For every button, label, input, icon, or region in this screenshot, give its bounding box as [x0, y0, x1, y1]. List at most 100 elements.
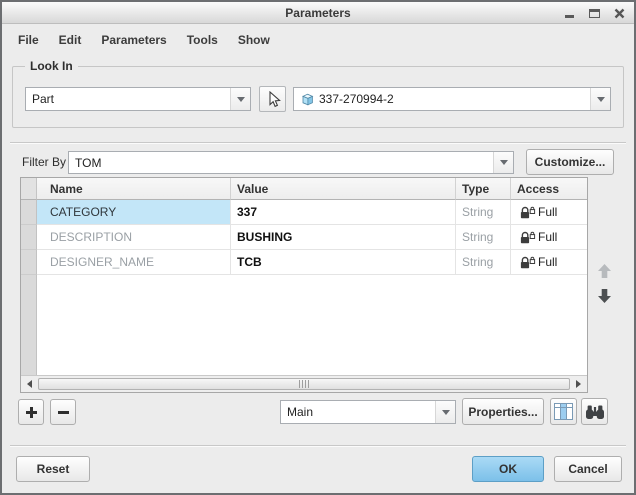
lock-icon — [519, 255, 537, 270]
model-name: 337-270994-2 — [319, 92, 394, 106]
table-body: CATEGORY 337 String Full DESCRIPTION BUS… — [21, 200, 587, 275]
show-columns-button[interactable] — [550, 398, 577, 425]
customize-button[interactable]: Customize... — [526, 149, 614, 175]
column-header-type: Type — [456, 178, 511, 200]
properties-button[interactable]: Properties... — [462, 398, 544, 425]
filter-dropdown[interactable]: TOM — [68, 151, 514, 174]
parameters-dialog: Parameters File Edit Parameters Tools Sh… — [0, 0, 636, 495]
triangle-right-icon — [576, 380, 581, 388]
ok-button[interactable]: OK — [472, 456, 544, 482]
chevron-down-icon — [237, 97, 245, 102]
reset-button[interactable]: Reset — [16, 456, 90, 482]
maximize-icon — [589, 9, 600, 18]
param-name-cell[interactable]: DESCRIPTION — [37, 225, 231, 250]
cancel-button[interactable]: Cancel — [554, 456, 622, 482]
reset-label: Reset — [37, 462, 70, 476]
parameter-group-value: Main — [281, 405, 435, 419]
cancel-label: Cancel — [568, 462, 607, 476]
minimize-button[interactable] — [562, 5, 576, 21]
maximize-button[interactable] — [587, 5, 601, 21]
access-label: Full — [538, 205, 557, 219]
table-row: CATEGORY 337 String Full — [21, 200, 587, 225]
access-label: Full — [538, 255, 557, 269]
customize-label: Customize... — [535, 155, 606, 169]
find-parameter-button[interactable] — [581, 398, 608, 425]
filter-by-label: Filter By — [22, 150, 66, 174]
menu-tools[interactable]: Tools — [177, 29, 228, 51]
part-cube-icon — [300, 92, 315, 107]
menu-bar: File Edit Parameters Tools Show — [2, 24, 634, 56]
properties-label: Properties... — [468, 405, 537, 419]
parameter-group-dropdown[interactable]: Main — [280, 400, 456, 424]
look-in-scope-value: Part — [26, 92, 230, 106]
lock-icon — [519, 205, 537, 220]
param-access-cell[interactable]: Full — [511, 225, 587, 250]
param-type-cell: String — [456, 225, 511, 250]
param-value-cell[interactable]: 337 — [231, 200, 456, 225]
param-type-cell: String — [456, 250, 511, 275]
close-button[interactable] — [612, 5, 626, 21]
menu-parameters[interactable]: Parameters — [91, 29, 176, 51]
grip-icon — [302, 380, 303, 388]
select-model-button[interactable] — [259, 86, 286, 112]
move-down-button[interactable] — [594, 286, 614, 306]
minus-icon — [56, 405, 71, 420]
arrow-up-icon — [597, 263, 612, 279]
grip-icon — [308, 380, 309, 388]
lock-icon — [519, 230, 537, 245]
move-up-button[interactable] — [594, 261, 614, 281]
title-bar[interactable]: Parameters — [2, 2, 634, 24]
filter-value: TOM — [69, 156, 493, 170]
param-name-cell[interactable]: CATEGORY — [37, 200, 231, 225]
cursor-arrow-icon — [265, 91, 281, 108]
remove-parameter-button[interactable] — [50, 399, 76, 425]
group-dropdown-arrow[interactable] — [435, 401, 455, 423]
access-label: Full — [538, 230, 557, 244]
param-access-cell[interactable]: Full — [511, 200, 587, 225]
window-controls — [562, 2, 626, 24]
param-value-cell[interactable]: TCB — [231, 250, 456, 275]
parameters-table: Name Value Type Access CATEGORY 337 Stri… — [20, 177, 588, 393]
column-header-access: Access — [511, 178, 587, 200]
menu-show[interactable]: Show — [228, 29, 280, 51]
param-type-cell: String — [456, 200, 511, 225]
param-access-cell[interactable]: Full — [511, 250, 587, 275]
minimize-icon — [565, 15, 574, 18]
row-gutter[interactable] — [21, 225, 37, 250]
column-header-value: Value — [231, 178, 456, 200]
look-in-group: Look In Part 337-270994-2 — [12, 66, 624, 128]
add-parameter-button[interactable] — [18, 399, 44, 425]
table-header: Name Value Type Access — [21, 178, 587, 200]
row-gutter[interactable] — [21, 250, 37, 275]
grip-icon — [305, 380, 306, 388]
table-columns-icon — [554, 403, 573, 420]
arrow-down-icon — [597, 288, 612, 304]
horizontal-scrollbar[interactable] — [21, 375, 587, 392]
menu-edit[interactable]: Edit — [49, 29, 92, 51]
menu-file[interactable]: File — [8, 29, 49, 51]
section-separator — [10, 142, 626, 144]
table-empty-area — [21, 275, 587, 375]
scroll-right-button[interactable] — [570, 376, 587, 392]
chevron-down-icon — [500, 160, 508, 165]
chevron-down-icon — [442, 410, 450, 415]
header-corner — [21, 178, 37, 200]
chevron-down-icon — [597, 97, 605, 102]
dialog-title: Parameters — [285, 6, 350, 20]
row-gutter[interactable] — [21, 200, 37, 225]
close-icon — [614, 8, 625, 19]
filter-dropdown-arrow[interactable] — [493, 152, 513, 173]
model-dropdown[interactable]: 337-270994-2 — [293, 87, 611, 111]
scrollbar-thumb[interactable] — [38, 378, 570, 390]
param-value-cell[interactable]: BUSHING — [231, 225, 456, 250]
grip-icon — [299, 380, 300, 388]
column-header-name: Name — [37, 178, 231, 200]
row-gutter-strip — [21, 275, 37, 375]
model-dropdown-arrow[interactable] — [590, 88, 610, 110]
scroll-left-button[interactable] — [21, 376, 38, 392]
footer-separator — [10, 445, 626, 447]
scope-dropdown-arrow[interactable] — [230, 88, 250, 110]
look-in-scope-dropdown[interactable]: Part — [25, 87, 251, 111]
binoculars-icon — [585, 404, 605, 420]
param-name-cell[interactable]: DESIGNER_NAME — [37, 250, 231, 275]
